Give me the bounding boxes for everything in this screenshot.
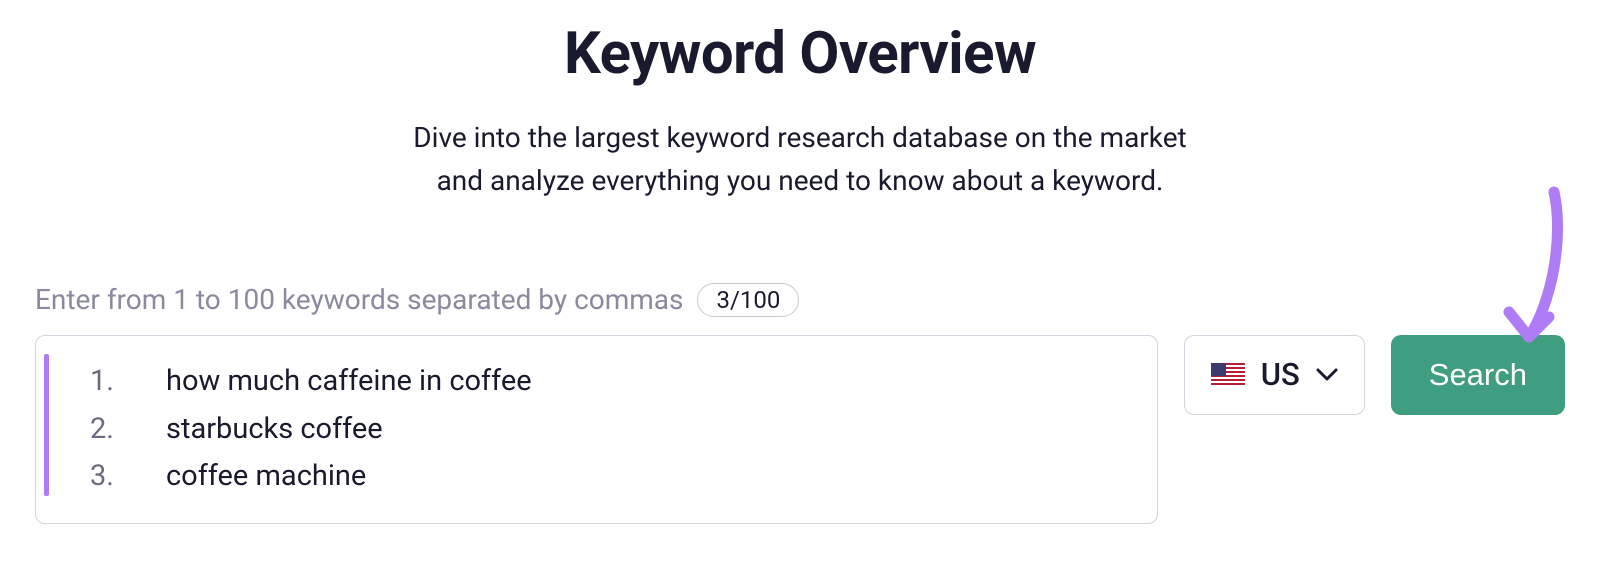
list-item: 1. how much caffeine in coffee	[90, 358, 1133, 406]
list-item-number: 3.	[90, 453, 118, 501]
keyword-input-label: Enter from 1 to 100 keywords separated b…	[35, 283, 683, 316]
search-row: 1. how much caffeine in coffee 2. starbu…	[35, 335, 1565, 525]
list-item-number: 2.	[90, 406, 118, 454]
list-item-number: 1.	[90, 358, 118, 406]
list-item-text: how much caffeine in coffee	[166, 358, 532, 406]
keyword-list: 1. how much caffeine in coffee 2. starbu…	[54, 358, 1133, 502]
list-item-text: coffee machine	[166, 453, 366, 501]
keyword-count-badge: 3/100	[697, 283, 799, 317]
page-subtitle: Dive into the largest keyword research d…	[35, 116, 1565, 203]
list-item-text: starbucks coffee	[166, 406, 383, 454]
subtitle-line-1: Dive into the largest keyword research d…	[413, 121, 1186, 154]
list-item: 3. coffee machine	[90, 453, 1133, 501]
input-label-row: Enter from 1 to 100 keywords separated b…	[35, 283, 1565, 317]
list-item: 2. starbucks coffee	[90, 406, 1133, 454]
keyword-input[interactable]: 1. how much caffeine in coffee 2. starbu…	[35, 335, 1158, 525]
country-select[interactable]: US	[1184, 335, 1365, 415]
search-button[interactable]: Search	[1391, 335, 1565, 415]
country-label: US	[1261, 356, 1300, 393]
us-flag-icon	[1211, 363, 1245, 387]
subtitle-line-2: and analyze everything you need to know …	[437, 164, 1164, 197]
chevron-down-icon	[1316, 368, 1338, 382]
page-title: Keyword Overview	[35, 20, 1565, 88]
text-caret	[44, 354, 49, 496]
